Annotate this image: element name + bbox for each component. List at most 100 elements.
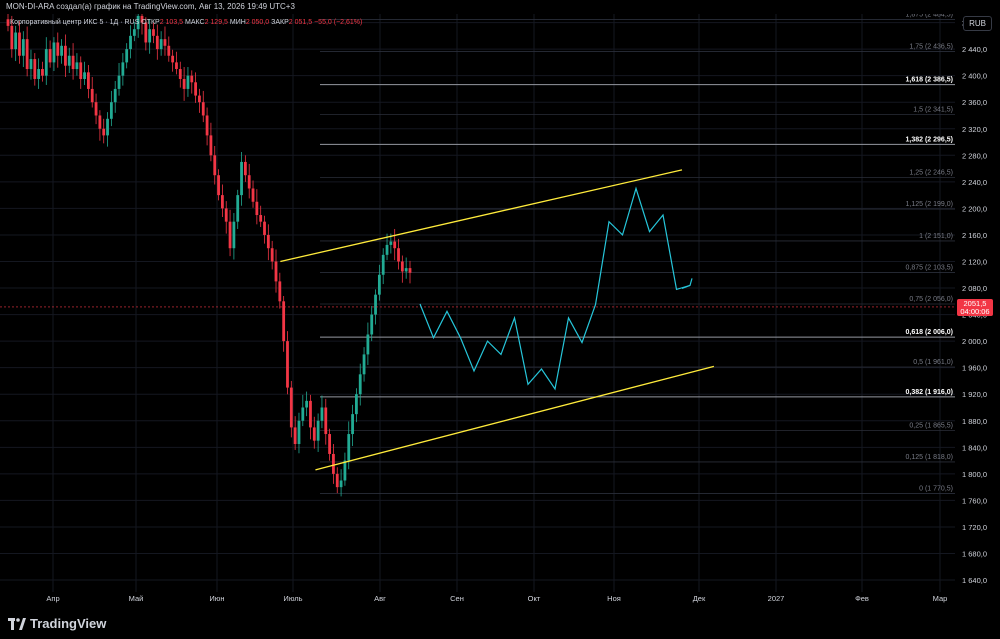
candle-body bbox=[6, 19, 10, 26]
candle-body bbox=[397, 248, 400, 262]
price-tick-label: 2 280,0 bbox=[962, 151, 987, 160]
price-tick-label: 2 440,0 bbox=[962, 45, 987, 54]
candle-body bbox=[113, 88, 117, 103]
candle-body bbox=[98, 115, 102, 129]
time-tick-label: Июн bbox=[209, 594, 224, 603]
fib-level-label: 0,5 (1 961,0) bbox=[913, 359, 953, 366]
candle-body bbox=[163, 39, 167, 46]
last-price-countdown: 04:00:06 bbox=[960, 307, 989, 316]
price-tick-label: 1 680,0 bbox=[962, 550, 987, 559]
price-tick-label: 2 080,0 bbox=[962, 284, 987, 293]
candle-body bbox=[155, 35, 159, 50]
price-tick-label: 1 640,0 bbox=[962, 576, 987, 585]
fib-level-label: 1,382 (2 296,5) bbox=[906, 136, 953, 143]
candle-body bbox=[209, 135, 213, 156]
fib-level-label: 0,75 (2 056,0) bbox=[909, 296, 953, 303]
price-tick-label: 2 240,0 bbox=[962, 178, 987, 187]
candle-body bbox=[293, 427, 297, 444]
brand-name: TradingView bbox=[30, 616, 107, 631]
candle-body bbox=[251, 188, 255, 202]
candle-body bbox=[377, 274, 381, 295]
candle-body bbox=[41, 69, 44, 76]
candle-body bbox=[266, 234, 270, 249]
candle-body bbox=[301, 407, 305, 421]
candle-body bbox=[312, 427, 316, 441]
candle-body bbox=[190, 75, 194, 83]
price-chart[interactable]: 1,875 (2 484,5)1,75 (2 436,5)1,618 (2 38… bbox=[0, 0, 1000, 607]
price-tick-label: 1 760,0 bbox=[962, 496, 987, 505]
candle-body bbox=[79, 62, 83, 79]
price-tick-label: 1 920,0 bbox=[962, 390, 987, 399]
footer: TradingView bbox=[0, 607, 1000, 639]
tradingview-logo[interactable]: TradingView bbox=[8, 616, 106, 631]
candle-body bbox=[351, 414, 354, 435]
fib-level-label: 0,618 (2 006,0) bbox=[906, 329, 953, 336]
candle-body bbox=[10, 25, 14, 50]
candle-body bbox=[67, 55, 71, 66]
candle-body bbox=[29, 59, 33, 70]
candle-body bbox=[236, 195, 240, 222]
candle-body bbox=[75, 62, 79, 70]
candle-body bbox=[320, 407, 324, 421]
candle-body bbox=[404, 268, 408, 272]
candle-body bbox=[278, 281, 282, 302]
candle-body bbox=[178, 69, 182, 79]
candle-body bbox=[335, 473, 339, 488]
time-tick-label: Апр bbox=[46, 594, 59, 603]
candle-body bbox=[316, 420, 320, 441]
candle-body bbox=[37, 69, 41, 79]
time-tick-label: Дек bbox=[693, 594, 706, 603]
candle-body bbox=[125, 49, 129, 63]
candle-body bbox=[343, 460, 347, 481]
candle-body bbox=[255, 201, 259, 216]
candle-body bbox=[132, 29, 136, 36]
candle-body bbox=[217, 175, 220, 196]
price-tick-label: 2 120,0 bbox=[962, 257, 987, 266]
candle-body bbox=[121, 62, 125, 76]
candle-body bbox=[232, 221, 236, 249]
candle-body bbox=[129, 35, 132, 50]
last-price-label: 2051,5 04:00:06 bbox=[957, 298, 993, 316]
candle-body bbox=[198, 95, 201, 103]
candle-body bbox=[152, 29, 155, 36]
price-tick-label: 1 880,0 bbox=[962, 417, 987, 426]
price-tick-label: 1 840,0 bbox=[962, 443, 987, 452]
time-tick-label: Мар bbox=[933, 594, 948, 603]
candle-body bbox=[305, 400, 309, 408]
candle-body bbox=[385, 244, 389, 255]
candle-body bbox=[263, 221, 266, 235]
symbol-name: Корпоративный центр ИКС 5 · 1Д · RUS bbox=[10, 19, 140, 26]
fib-level-label: 0,382 (1 916,0) bbox=[906, 389, 953, 396]
time-tick-label: Фев bbox=[855, 594, 869, 603]
candle-body bbox=[381, 254, 385, 275]
candle-body bbox=[52, 42, 56, 63]
fib-level-label: 0,25 (1 865,5) bbox=[909, 422, 953, 429]
candle-body bbox=[64, 45, 67, 66]
candle-body bbox=[355, 394, 358, 415]
candle-body bbox=[21, 39, 25, 56]
candle-body bbox=[347, 434, 351, 461]
candle-body bbox=[259, 215, 263, 222]
candle-body bbox=[243, 161, 247, 176]
candle-body bbox=[370, 314, 374, 335]
candle-body bbox=[358, 374, 362, 395]
high-label: МАКС bbox=[185, 19, 205, 26]
candle-body bbox=[366, 334, 370, 355]
currency-button[interactable]: RUB bbox=[963, 16, 992, 31]
price-tick-label: 2 200,0 bbox=[962, 204, 987, 213]
price-tick-label: 2 400,0 bbox=[962, 72, 987, 81]
time-tick-label: Авг bbox=[374, 594, 386, 603]
candle-body bbox=[194, 82, 197, 96]
candle-body bbox=[148, 29, 152, 43]
candle-body bbox=[324, 407, 328, 435]
candle-body bbox=[286, 341, 289, 388]
time-tick-label: 2027 bbox=[768, 594, 785, 603]
candle-body bbox=[94, 102, 98, 116]
candle-body bbox=[201, 102, 205, 116]
time-tick-label: Июль bbox=[283, 594, 302, 603]
candle-body bbox=[167, 45, 171, 56]
fib-level-label: 0,875 (2 103,5) bbox=[906, 264, 953, 271]
candle-body bbox=[221, 195, 224, 209]
candle-body bbox=[328, 434, 331, 454]
price-tick-label: 2 360,0 bbox=[962, 98, 987, 107]
